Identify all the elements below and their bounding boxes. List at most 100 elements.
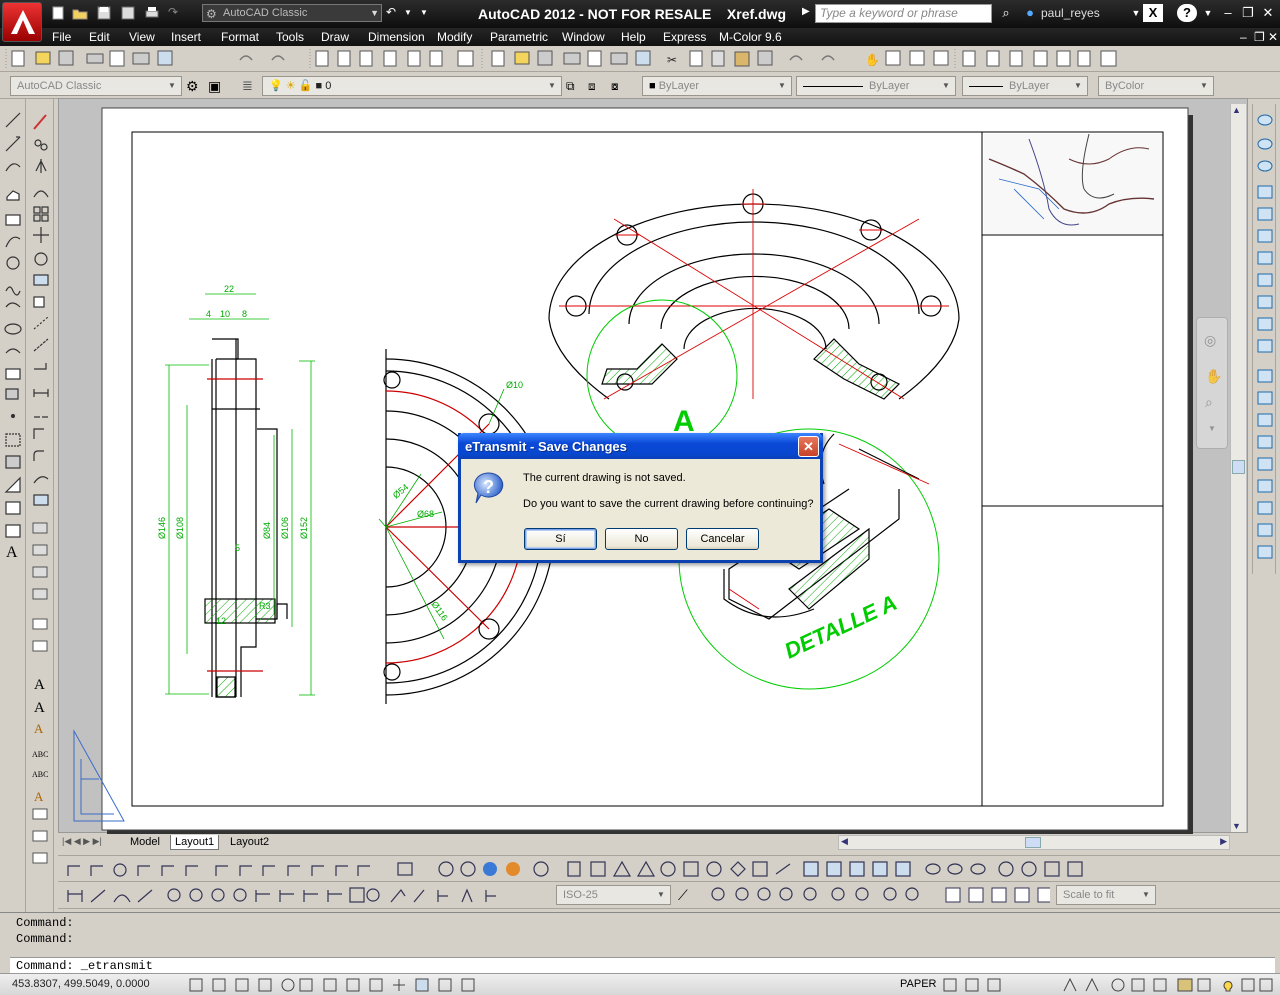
layer-properties-icon[interactable]: ≣ xyxy=(242,77,260,95)
scroll-down-icon[interactable]: ▼ xyxy=(1232,821,1241,831)
menu-mcolor[interactable]: M-Color 9.6 xyxy=(719,30,782,44)
right-toolbar-icons[interactable] xyxy=(1253,104,1277,574)
dimstyle-select[interactable]: ISO-25 ▼ xyxy=(556,885,671,905)
svg-text:?: ? xyxy=(483,477,494,497)
open-icon[interactable] xyxy=(72,5,90,21)
dimstyle-value: ISO-25 xyxy=(563,889,598,901)
save-as-icon[interactable] xyxy=(120,5,138,21)
drafting-settings-icons[interactable] xyxy=(186,975,496,995)
svg-text:✂: ✂ xyxy=(667,53,677,67)
menu-parametric[interactable]: Parametric xyxy=(490,30,548,44)
dialog-titlebar[interactable]: eTransmit - Save Changes ✕ xyxy=(458,433,823,459)
workspace-combo[interactable]: ⚙ AutoCAD Classic ▼ xyxy=(202,4,382,22)
exchange-icon[interactable]: X xyxy=(1143,4,1163,22)
user-name[interactable]: paul_reyes xyxy=(1041,6,1100,20)
tab-first-icon[interactable]: |◀ ◀ ▶ ▶| xyxy=(62,836,102,847)
nav-dropdown-icon[interactable]: ▼ xyxy=(1208,424,1216,433)
make-layer-current-icon[interactable]: ⧉ xyxy=(566,77,584,95)
minimize-icon[interactable]: – xyxy=(1218,4,1238,22)
standard-toolbar-icons[interactable]: ✂ ✋ xyxy=(0,46,1280,72)
viewport-toolbar-icons[interactable] xyxy=(940,882,1050,909)
dim-r3: R3 xyxy=(259,601,271,611)
undo-icon[interactable]: ↶ xyxy=(386,5,404,21)
zoom-toolbar-icons[interactable] xyxy=(706,882,946,909)
menu-edit[interactable]: Edit xyxy=(89,30,110,44)
ucs-toolbar-icons[interactable] xyxy=(58,856,1280,883)
extra-toolbar-icons[interactable]: AAA ABCABCA xyxy=(28,519,54,879)
menu-file[interactable]: File xyxy=(52,30,71,44)
doc-minimize-icon[interactable]: – xyxy=(1240,30,1247,44)
menu-dimension[interactable]: Dimension xyxy=(368,30,425,44)
customize-qat-icon[interactable]: ▼ xyxy=(420,8,438,24)
workspace-select[interactable]: AutoCAD Classic ▼ xyxy=(10,76,182,96)
dimension-toolbar: ISO-25 ▼ ⟋ Scale to fit ▼ xyxy=(58,882,1280,909)
menu-format[interactable]: Format xyxy=(221,30,259,44)
status-tray-icons[interactable] xyxy=(940,975,1275,995)
dim-108: Ø108 xyxy=(175,517,185,539)
restore-icon[interactable]: ❐ xyxy=(1238,4,1258,22)
dialog-message-1: The current drawing is not saved. xyxy=(523,472,686,484)
redo-icon[interactable]: ↷ xyxy=(168,5,186,21)
color-select[interactable]: ■ ByLayer ▼ xyxy=(642,76,792,96)
help-icon[interactable]: ? xyxy=(1177,4,1197,22)
menu-view[interactable]: View xyxy=(129,30,155,44)
menu-tools[interactable]: Tools xyxy=(276,30,304,44)
save-changes-dialog: eTransmit - Save Changes ✕ ? The current… xyxy=(458,433,823,563)
help-dropdown-icon[interactable]: ▼ xyxy=(1198,4,1218,22)
menu-insert[interactable]: Insert xyxy=(171,30,201,44)
sun-icon: ☀ xyxy=(285,80,296,92)
steering-wheel-icon[interactable]: ◎ xyxy=(1204,332,1216,349)
scroll-up-icon[interactable]: ▲ xyxy=(1232,105,1241,115)
plotstyle-select[interactable]: ByColor ▼ xyxy=(1098,76,1214,96)
zoom-icon[interactable]: ⌕ xyxy=(1205,394,1213,411)
chevron-down-icon: ▼ xyxy=(1142,890,1150,899)
cancel-button[interactable]: Cancelar xyxy=(686,528,759,550)
doc-close-icon[interactable]: ✕ xyxy=(1268,30,1278,44)
modify-toolbar: AAA ABC ABC A xyxy=(28,99,54,912)
doc-restore-icon[interactable]: ❐ xyxy=(1254,30,1265,44)
paper-space-toggle[interactable]: PAPER xyxy=(900,978,936,990)
workspace-customize-icon[interactable]: ▣ xyxy=(208,77,226,95)
dimension-toolbar-icons[interactable] xyxy=(58,882,548,909)
status-bar: 453.8307, 499.5049, 0.0000 PAPER xyxy=(0,973,1280,995)
menu-help[interactable]: Help xyxy=(621,30,646,44)
tab-model[interactable]: Model xyxy=(126,835,164,850)
scroll-thumb[interactable] xyxy=(1232,460,1245,474)
dialog-close-button[interactable]: ✕ xyxy=(798,436,819,457)
layer-state-icon[interactable]: ⧇ xyxy=(611,77,629,95)
hscroll-thumb[interactable] xyxy=(1025,837,1041,848)
pan-icon[interactable]: ✋ xyxy=(1205,368,1222,385)
vertical-scrollbar[interactable]: ▲ ▼ xyxy=(1230,104,1246,832)
menu-express[interactable]: Express xyxy=(663,30,706,44)
lineweight-select[interactable]: ByLayer ▼ xyxy=(962,76,1088,96)
draw-toolbar-icons[interactable]: A xyxy=(0,107,26,567)
menu-draw[interactable]: Draw xyxy=(321,30,349,44)
dimstyle-manager-icon[interactable]: ⟋ xyxy=(678,886,696,904)
scroll-right-icon[interactable]: ▶ xyxy=(1220,836,1227,847)
menu-modify[interactable]: Modify xyxy=(437,30,472,44)
linetype-select[interactable]: ByLayer ▼ xyxy=(796,76,956,96)
layer-select[interactable]: 💡 ☀ 🔓 ■ 0 ▼ xyxy=(262,76,562,96)
search-input[interactable]: Type a keyword or phrase xyxy=(815,4,992,23)
plot-icon[interactable] xyxy=(144,5,162,21)
no-button[interactable]: No xyxy=(605,528,678,550)
viewport-scale-select[interactable]: Scale to fit ▼ xyxy=(1056,885,1156,905)
chevron-down-icon: ▼ xyxy=(942,81,950,90)
horizontal-scrollbar[interactable]: ◀ ▶ xyxy=(838,835,1230,850)
new-icon[interactable] xyxy=(50,5,68,21)
application-menu-button[interactable] xyxy=(2,2,42,42)
tab-layout1[interactable]: Layout1 xyxy=(170,835,220,850)
scroll-left-icon[interactable]: ◀ xyxy=(841,836,848,847)
chevron-down-icon: ▼ xyxy=(548,81,556,90)
workspace-settings-icon[interactable]: ⚙ xyxy=(186,77,204,95)
yes-button[interactable]: Sí xyxy=(524,528,597,550)
close-icon[interactable]: ✕ xyxy=(1258,4,1278,22)
command-input[interactable]: Command: _etransmit xyxy=(10,957,1275,974)
layer-previous-icon[interactable]: ⧈ xyxy=(588,77,606,95)
save-icon[interactable] xyxy=(96,5,114,21)
title-bar: ↷ ⚙ AutoCAD Classic ▼ ↶ ▼ ▼ AutoCAD 2012… xyxy=(0,0,1280,28)
binoculars-icon[interactable]: ⌕ xyxy=(996,4,1016,22)
menu-window[interactable]: Window xyxy=(562,30,605,44)
tab-layout2[interactable]: Layout2 xyxy=(226,835,273,850)
user-icon[interactable]: ● xyxy=(1020,4,1040,22)
